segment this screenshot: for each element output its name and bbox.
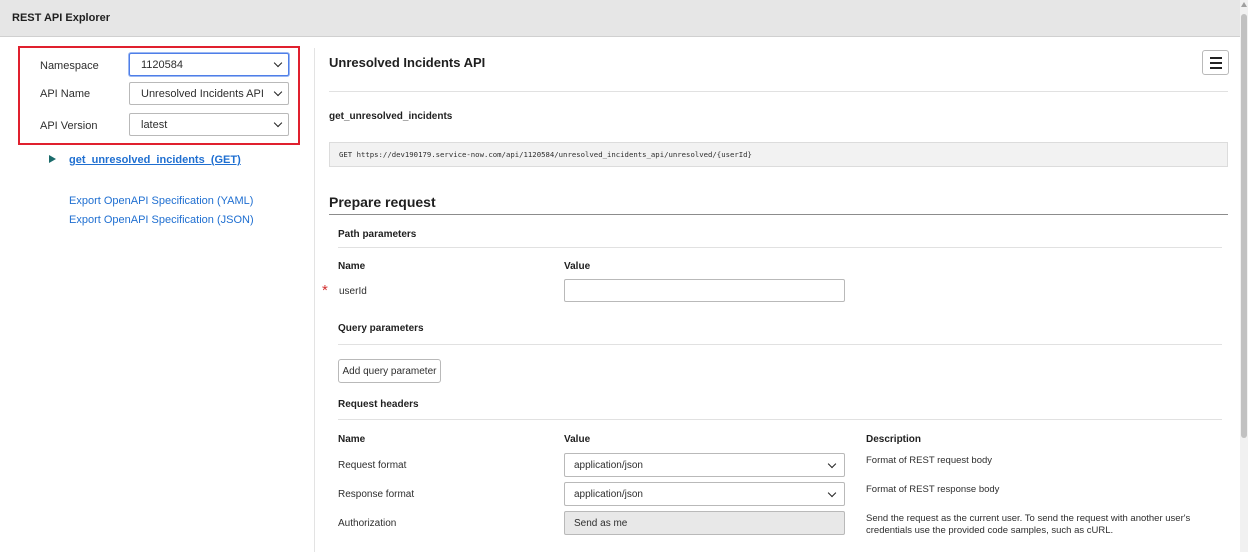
authorization-value: Send as me <box>574 518 628 529</box>
path-value-column-header: Value <box>564 261 591 272</box>
response-format-select[interactable]: application/json <box>564 482 845 506</box>
namespace-label: Namespace <box>40 60 99 72</box>
api-version-label: API Version <box>40 120 98 132</box>
endpoint-name: get_unresolved_incidents <box>329 111 453 122</box>
chevron-down-icon <box>273 118 283 128</box>
required-icon: * <box>322 282 328 299</box>
divider <box>338 344 1222 345</box>
request-format-select[interactable]: application/json <box>564 453 845 477</box>
divider <box>338 247 1222 248</box>
panel-divider <box>314 48 315 552</box>
app-header: REST API Explorer <box>0 0 1240 37</box>
endpoint-url: GET https://dev190179.service-now.com/ap… <box>329 142 1228 167</box>
namespace-value: 1120584 <box>141 59 184 71</box>
path-name-column-header: Name <box>338 261 366 272</box>
path-parameters-heading: Path parameters <box>338 229 417 240</box>
page-scrollbar[interactable] <box>1240 0 1248 552</box>
chevron-down-icon <box>827 488 837 498</box>
api-name-select[interactable]: Unresolved Incidents API <box>129 82 289 105</box>
menu-button[interactable] <box>1202 50 1229 75</box>
chevron-down-icon <box>273 58 283 68</box>
header-name-column-header: Name <box>338 434 366 445</box>
api-name-label: API Name <box>40 88 91 100</box>
namespace-select[interactable]: 1120584 <box>129 53 289 76</box>
hamburger-icon-bar <box>1210 62 1222 64</box>
export-yaml-link[interactable]: Export OpenAPI Specification (YAML) <box>69 195 253 207</box>
export-json-link[interactable]: Export OpenAPI Specification (JSON) <box>69 214 254 226</box>
api-version-value: latest <box>141 119 168 131</box>
app-title: REST API Explorer <box>12 12 111 24</box>
hamburger-icon-bar <box>1210 57 1222 59</box>
expand-arrow-icon[interactable] <box>49 155 56 163</box>
request-headers-heading: Request headers <box>338 399 419 410</box>
request-format-label: Request format <box>338 460 407 471</box>
prepare-request-heading: Prepare request <box>329 194 436 210</box>
request-format-description: Format of REST request body <box>866 455 993 466</box>
api-title: Unresolved Incidents API <box>329 55 486 70</box>
path-param-name: userId <box>339 286 367 297</box>
header-description-column-header: Description <box>866 434 922 445</box>
response-format-description: Format of REST response body <box>866 484 1000 495</box>
divider <box>329 214 1228 215</box>
chevron-down-icon <box>827 459 837 469</box>
authorization-field: Send as me <box>564 511 845 535</box>
divider <box>329 91 1228 92</box>
response-format-label: Response format <box>338 489 415 500</box>
request-format-value: application/json <box>574 460 643 471</box>
method-link-get-unresolved-incidents[interactable]: get_unresolved_incidents (GET) <box>69 154 241 166</box>
header-value-column-header: Value <box>564 434 591 445</box>
authorization-label: Authorization <box>338 518 397 529</box>
scroll-up-icon[interactable] <box>1241 2 1247 7</box>
query-parameters-heading: Query parameters <box>338 323 424 334</box>
api-version-select[interactable]: latest <box>129 113 289 136</box>
divider <box>338 419 1222 420</box>
add-query-parameter-button[interactable]: Add query parameter <box>338 359 441 383</box>
authorization-description-line2: credentials use the provided code sample… <box>866 525 1114 536</box>
response-format-value: application/json <box>574 489 643 500</box>
userid-input[interactable] <box>564 279 845 302</box>
scrollbar-thumb[interactable] <box>1241 14 1247 438</box>
api-name-value: Unresolved Incidents API <box>141 88 264 100</box>
chevron-down-icon <box>273 87 283 97</box>
hamburger-icon-bar <box>1210 67 1222 69</box>
authorization-description-line1: Send the request as the current user. To… <box>866 513 1191 524</box>
